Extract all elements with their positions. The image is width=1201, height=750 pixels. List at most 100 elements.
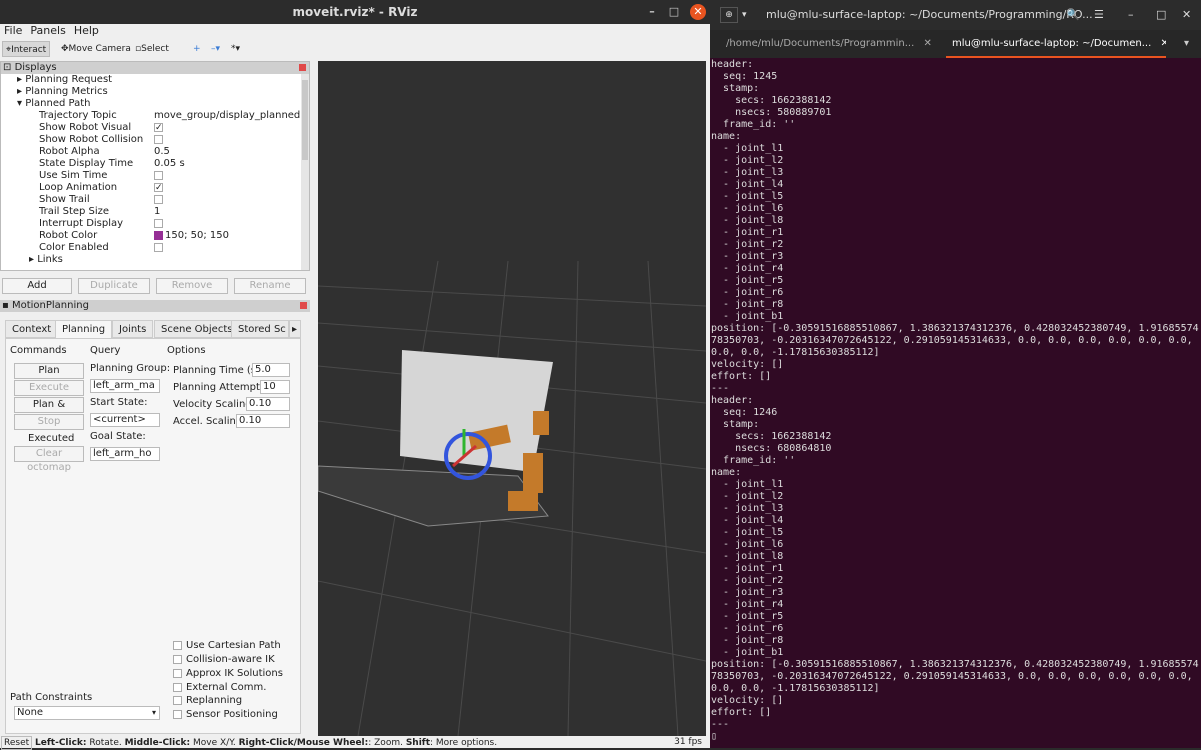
terminal-tab-1[interactable]: /home/mlu/Documents/Programmin... ✕	[726, 30, 941, 58]
stop-button[interactable]: Stop	[14, 414, 84, 430]
new-tab-icon[interactable]: ⊕	[720, 7, 738, 23]
tab-context[interactable]: Context	[5, 320, 59, 338]
prop-value: 0.05 s	[154, 158, 185, 169]
checkbox[interactable]	[154, 242, 163, 252]
minimize-icon[interactable]: –	[1128, 0, 1134, 30]
prop-robot-alpha[interactable]: Robot Alpha 0.5	[1, 146, 301, 158]
hint-left-value: Rotate.	[86, 738, 125, 748]
checkbox[interactable]: ✓	[154, 122, 163, 132]
prop-key: Color Enabled	[39, 242, 109, 253]
plan-execute-button[interactable]: Plan & Execute	[14, 397, 84, 424]
move-camera-tool[interactable]: ✥Move Camera	[58, 41, 134, 57]
tab-stored-scenes[interactable]: Stored Sc	[231, 320, 289, 338]
tab-menu-chevron-icon[interactable]: ▾	[742, 0, 747, 30]
prop-trail-step-size[interactable]: Trail Step Size 1	[1, 206, 301, 218]
close-icon[interactable]: ✕	[690, 4, 706, 20]
sensor-positioning-checkbox[interactable]: Sensor Positioning	[173, 709, 278, 720]
checkbox-label: Sensor Positioning	[186, 709, 278, 720]
prop-robot-color[interactable]: Robot Color 150; 50; 150	[1, 230, 301, 242]
terminal-output[interactable]: header: seq: 1245 stamp: secs: 166238814…	[710, 59, 1201, 748]
close-icon[interactable]: ✕	[1182, 0, 1191, 30]
prop-show-robot-collision[interactable]: Show Robot Collision	[1, 134, 301, 146]
menu-file[interactable]: File	[0, 24, 26, 38]
tree-planning-request[interactable]: ▸ Planning Request	[1, 74, 301, 86]
velocity-scaling-spinbox[interactable]: 0.10	[246, 397, 290, 411]
prop-links[interactable]: ▸ Links	[1, 254, 301, 266]
goal-state-select[interactable]: left_arm_ho	[90, 447, 160, 461]
prop-show-robot-visual[interactable]: Show Robot Visual ✓	[1, 122, 301, 134]
rviz-window: moveit.rviz* - RViz – □ ✕ File Panels Help…	[0, 0, 710, 750]
planning-attempts-spinbox[interactable]: 10	[260, 380, 290, 394]
remove-tool-icon[interactable]: –▾	[208, 41, 223, 57]
close-icon[interactable]: ✕	[1160, 38, 1166, 49]
checkbox[interactable]	[154, 194, 163, 204]
close-icon[interactable]: ✕	[923, 38, 931, 49]
tab-joints[interactable]: Joints	[112, 320, 154, 338]
remove-button[interactable]: Remove	[156, 278, 228, 294]
tab-planning[interactable]: Planning	[55, 320, 113, 338]
prop-show-trail[interactable]: Show Trail	[1, 194, 301, 206]
query-title: Query	[90, 345, 121, 356]
hamburger-menu-icon[interactable]: ☰	[1094, 0, 1104, 30]
clear-octomap-button[interactable]: Clear octomap	[14, 446, 84, 473]
accel-scaling-label: Accel. Scaling:	[173, 416, 246, 427]
spin-value: 5.0	[255, 364, 271, 375]
path-constraints-select[interactable]: None ▾	[14, 706, 160, 720]
replanning-checkbox[interactable]: Replanning	[173, 695, 242, 706]
terminal-tab-2[interactable]: mlu@mlu-surface-laptop: ~/Documen... ✕	[946, 30, 1166, 58]
maximize-icon[interactable]: □	[1156, 0, 1166, 30]
collision-aware-ik-checkbox[interactable]: Collision-aware IK	[173, 654, 275, 665]
checkbox[interactable]	[154, 170, 163, 180]
tree-planned-path[interactable]: ▾ Planned Path	[1, 98, 301, 110]
prop-state-display-time[interactable]: State Display Time 0.05 s	[1, 158, 301, 170]
displays-scrollbar[interactable]	[301, 74, 309, 270]
execute-button[interactable]: Execute	[14, 380, 84, 396]
prop-key: Links	[37, 254, 63, 265]
duplicate-button[interactable]: Duplicate	[78, 278, 150, 294]
checkbox[interactable]: ✓	[154, 182, 163, 192]
panel-close-icon[interactable]	[299, 64, 306, 71]
minimize-icon[interactable]: –	[644, 4, 660, 20]
checkbox[interactable]	[154, 134, 163, 144]
interact-tool[interactable]: ⌖Interact	[2, 41, 51, 57]
rename-button[interactable]: Rename	[234, 278, 306, 294]
planning-time-label: Planning Time (s):	[173, 365, 264, 376]
use-cartesian-path-checkbox[interactable]: Use Cartesian Path	[173, 640, 281, 651]
tab-scene-objects[interactable]: Scene Objects	[154, 320, 240, 338]
color-swatch[interactable]	[154, 230, 163, 240]
prop-use-sim-time[interactable]: Use Sim Time	[1, 170, 301, 182]
tab-scroll-icon[interactable]: ▸	[289, 320, 301, 338]
add-button[interactable]: Add	[2, 278, 72, 294]
search-icon[interactable]: 🔍	[1066, 0, 1080, 30]
panel-close-icon[interactable]	[300, 302, 307, 309]
spin-value: 0.10	[239, 415, 262, 426]
maximize-icon[interactable]: □	[666, 4, 682, 20]
planning-group-select[interactable]: left_arm_ma	[90, 379, 160, 393]
approx-ik-checkbox[interactable]: Approx IK Solutions	[173, 668, 283, 679]
tree-planning-metrics[interactable]: ▸ Planning Metrics	[1, 86, 301, 98]
plan-button[interactable]: Plan	[14, 363, 84, 379]
menu-panels[interactable]: Panels	[26, 24, 69, 38]
external-comm-checkbox[interactable]: External Comm.	[173, 682, 266, 693]
prop-trajectory-topic[interactable]: Trajectory Topic move_group/display_plann…	[1, 110, 310, 122]
tabs-dropdown-icon[interactable]: ▾	[1184, 30, 1189, 58]
select-tool[interactable]: ▫Select	[132, 41, 172, 57]
move-camera-label: Move Camera	[68, 44, 131, 54]
prop-color-enabled[interactable]: Color Enabled	[1, 242, 301, 254]
planning-time-spinbox[interactable]: 5.0	[252, 363, 290, 377]
3d-viewport[interactable]	[318, 61, 706, 736]
prop-interrupt-display[interactable]: Interrupt Display	[1, 218, 301, 230]
scroll-thumb[interactable]	[302, 80, 308, 160]
hint-right-value: : Zoom.	[368, 738, 406, 748]
accel-scaling-spinbox[interactable]: 0.10	[236, 414, 290, 428]
terminal-window: ⊕ ▾ mlu@mlu-surface-laptop: ~/Documents/…	[710, 0, 1201, 748]
prop-value: 1	[154, 206, 161, 217]
checkbox[interactable]	[154, 218, 163, 228]
status-bar: Reset Left-Click: Rotate. Middle-Click: …	[0, 736, 710, 750]
menu-help[interactable]: Help	[70, 24, 103, 38]
add-tool-icon[interactable]: +	[190, 41, 204, 57]
prop-key: Show Robot Collision	[39, 134, 144, 145]
prop-loop-animation[interactable]: Loop Animation ✓	[1, 182, 301, 194]
tool-properties-icon[interactable]: *▾	[228, 41, 243, 57]
start-state-select[interactable]: <current>	[90, 413, 160, 427]
